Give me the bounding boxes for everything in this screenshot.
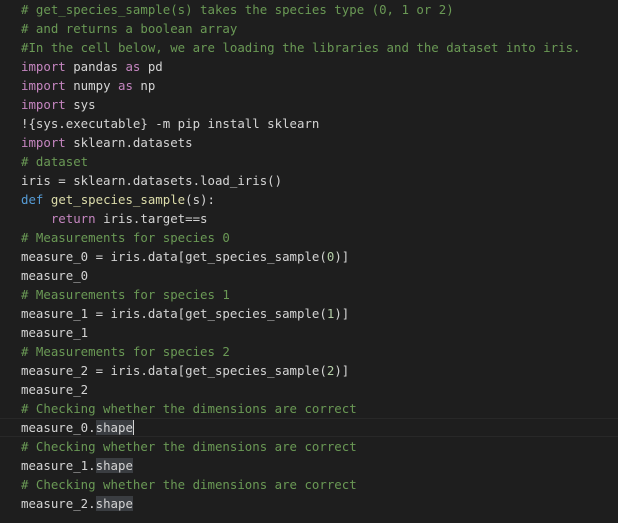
code-token-comment: # Measurements for species 2 xyxy=(21,344,230,359)
code-token-comment: # Measurements for species 0 xyxy=(21,230,230,245)
code-token-var: measure_0 = iris.data[get_species_sample… xyxy=(21,249,327,264)
code-line[interactable]: # dataset xyxy=(21,152,581,171)
code-token-var: pandas xyxy=(65,59,126,74)
code-line[interactable]: # get_species_sample(s) takes the specie… xyxy=(21,0,581,19)
code-token-def: def xyxy=(21,192,44,207)
code-line[interactable]: import pandas as pd xyxy=(21,57,581,76)
code-line[interactable]: def get_species_sample(s): xyxy=(21,190,581,209)
code-line[interactable]: # Checking whether the dimensions are co… xyxy=(21,437,581,456)
code-token-var: )] xyxy=(334,363,350,378)
code-line[interactable]: measure_2 xyxy=(21,380,581,399)
code-token-var: np xyxy=(132,78,156,93)
code-token-keyword: as xyxy=(125,59,141,74)
code-line[interactable]: import sklearn.datasets xyxy=(21,133,581,152)
code-token-var: numpy xyxy=(65,78,118,93)
code-line[interactable]: # Measurements for species 1 xyxy=(21,285,581,304)
code-line[interactable]: measure_1 xyxy=(21,323,581,342)
code-line[interactable]: # and returns a boolean array xyxy=(21,19,581,38)
code-token-comment: # get_species_sample(s) takes the specie… xyxy=(21,2,454,17)
code-editor[interactable]: # get_species_sample(s) takes the specie… xyxy=(0,0,618,523)
code-token-var: sys xyxy=(65,97,96,112)
code-token-keyword: import xyxy=(21,97,66,112)
code-token-keyword: return xyxy=(50,211,96,226)
code-token-var: measure_1. xyxy=(21,458,96,473)
code-line[interactable]: measure_2.shape xyxy=(21,494,581,513)
code-line[interactable]: # Checking whether the dimensions are co… xyxy=(21,475,581,494)
code-token-var: )] xyxy=(334,306,350,321)
code-token-comment: # and returns a boolean array xyxy=(21,21,238,36)
code-token-var xyxy=(21,211,51,226)
code-line[interactable]: import numpy as np xyxy=(21,76,581,95)
code-token-var: measure_1 xyxy=(21,325,89,340)
code-token-var: measure_0. xyxy=(21,420,96,435)
code-line[interactable]: !{sys.executable} -m pip install sklearn xyxy=(21,114,581,133)
code-line[interactable]: # Checking whether the dimensions are co… xyxy=(21,399,581,418)
code-token-keyword: import xyxy=(21,135,66,150)
code-line[interactable]: measure_2 = iris.data[get_species_sample… xyxy=(21,361,581,380)
code-line[interactable]: # Measurements for species 2 xyxy=(21,342,581,361)
code-token-comment: # dataset xyxy=(21,154,89,169)
code-token-hl: shape xyxy=(95,458,133,473)
code-token-var xyxy=(43,192,50,207)
code-token-var: iris = sklearn.datasets.load_iris() xyxy=(21,173,283,188)
code-token-keyword: import xyxy=(21,78,66,93)
code-token-keyword: as xyxy=(117,78,133,93)
code-token-var: measure_2 xyxy=(21,382,89,397)
code-token-comment: # Checking whether the dimensions are co… xyxy=(21,439,357,454)
code-token-var: pd xyxy=(140,59,163,74)
code-line[interactable]: import sys xyxy=(21,95,581,114)
code-token-var: sklearn.datasets xyxy=(65,135,193,150)
code-line[interactable]: return iris.target==s xyxy=(21,209,581,228)
text-cursor xyxy=(132,420,134,435)
code-token-keyword: import xyxy=(21,59,66,74)
code-line[interactable]: measure_0 = iris.data[get_species_sample… xyxy=(21,247,581,266)
code-line[interactable]: measure_1.shape xyxy=(21,456,581,475)
code-line[interactable]: measure_0.shape xyxy=(21,418,581,437)
code-line[interactable]: # Measurements for species 0 xyxy=(21,228,581,247)
code-token-var: !{sys.executable} -m pip install sklearn xyxy=(21,116,320,131)
code-token-func: get_species_sample xyxy=(50,192,186,207)
code-line[interactable]: #In the cell below, we are loading the l… xyxy=(21,38,581,57)
code-token-var: measure_1 = iris.data[get_species_sample… xyxy=(21,306,327,321)
code-token-hl: shape xyxy=(95,420,133,435)
code-line[interactable]: measure_1 = iris.data[get_species_sample… xyxy=(21,304,581,323)
code-token-var: (s): xyxy=(185,192,215,207)
code-token-comment: # Checking whether the dimensions are co… xyxy=(21,401,357,416)
code-token-comment: # Measurements for species 1 xyxy=(21,287,230,302)
code-token-var: measure_2 = iris.data[get_species_sample… xyxy=(21,363,327,378)
code-token-var: )] xyxy=(334,249,350,264)
code-token-var: measure_0 xyxy=(21,268,89,283)
code-line[interactable]: iris = sklearn.datasets.load_iris() xyxy=(21,171,581,190)
code-token-hl: shape xyxy=(95,496,133,511)
code-line[interactable]: measure_0 xyxy=(21,266,581,285)
code-content[interactable]: # get_species_sample(s) takes the specie… xyxy=(21,0,581,513)
code-token-var: iris.target==s xyxy=(95,211,208,226)
code-token-comment: # Checking whether the dimensions are co… xyxy=(21,477,357,492)
code-token-var: measure_2. xyxy=(21,496,96,511)
code-token-comment: #In the cell below, we are loading the l… xyxy=(21,40,581,55)
